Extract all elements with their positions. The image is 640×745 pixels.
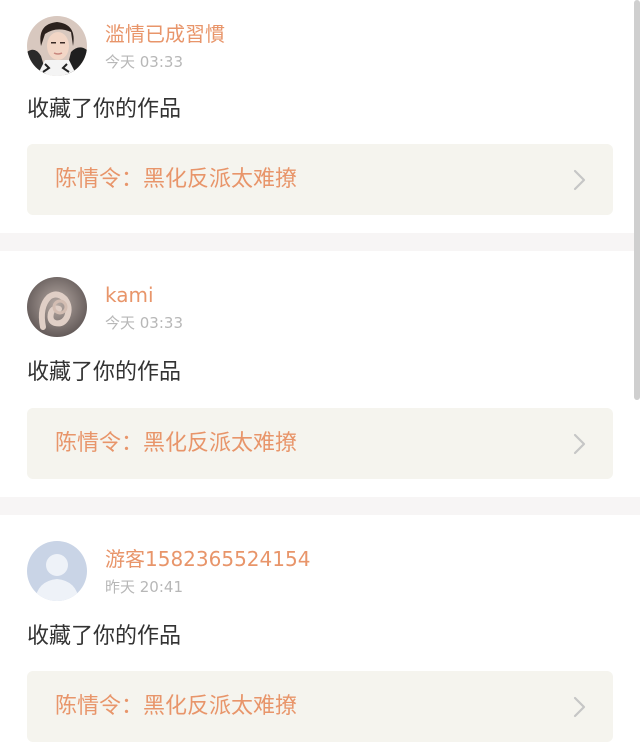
timestamp: 今天 03:33 <box>105 314 183 332</box>
work-title: 陈情令：黑化反派太难撩 <box>55 694 298 719</box>
timestamp: 昨天 20:41 <box>105 578 183 596</box>
user-row: kami 今天 03:33 <box>27 277 183 337</box>
action-text: 收藏了你的作品 <box>27 97 182 122</box>
action-text: 收藏了你的作品 <box>27 360 182 385</box>
section-divider <box>0 497 640 515</box>
section-divider <box>0 233 640 251</box>
work-title: 陈情令：黑化反派太难撩 <box>55 167 298 192</box>
username[interactable]: kami <box>105 283 183 307</box>
chevron-right-icon <box>573 169 586 191</box>
avatar[interactable] <box>27 541 87 601</box>
notification-item: 游客1582365524154 昨天 20:41 收藏了你的作品 陈情令：黑化反… <box>0 515 640 745</box>
avatar[interactable] <box>27 277 87 337</box>
username[interactable]: 滥情已成習慣 <box>105 22 225 46</box>
action-text: 收藏了你的作品 <box>27 624 182 649</box>
notification-item: kami 今天 03:33 收藏了你的作品 陈情令：黑化反派太难撩 <box>0 251 640 497</box>
avatar-photo-hand-icon <box>27 277 87 337</box>
work-link[interactable]: 陈情令：黑化反派太难撩 <box>27 671 613 742</box>
avatar[interactable] <box>27 16 87 76</box>
user-meta: 滥情已成習慣 今天 03:33 <box>105 16 225 72</box>
work-link[interactable]: 陈情令：黑化反派太难撩 <box>27 144 613 215</box>
work-link[interactable]: 陈情令：黑化反派太难撩 <box>27 408 613 479</box>
user-row: 游客1582365524154 昨天 20:41 <box>27 541 310 601</box>
user-meta: kami 今天 03:33 <box>105 277 183 333</box>
work-title: 陈情令：黑化反派太难撩 <box>55 431 298 456</box>
notification-item: 滥情已成習慣 今天 03:33 收藏了你的作品 陈情令：黑化反派太难撩 <box>0 0 640 233</box>
avatar-photo-woman-icon <box>27 16 87 76</box>
user-meta: 游客1582365524154 昨天 20:41 <box>105 541 310 597</box>
username[interactable]: 游客1582365524154 <box>105 547 310 571</box>
scrollbar[interactable] <box>634 0 640 400</box>
chevron-right-icon <box>573 696 586 718</box>
user-row: 滥情已成習慣 今天 03:33 <box>27 16 225 76</box>
timestamp: 今天 03:33 <box>105 53 183 71</box>
avatar-default-person-icon <box>27 541 87 601</box>
notification-feed: 滥情已成習慣 今天 03:33 收藏了你的作品 陈情令：黑化反派太难撩 kami… <box>0 0 640 745</box>
chevron-right-icon <box>573 433 586 455</box>
